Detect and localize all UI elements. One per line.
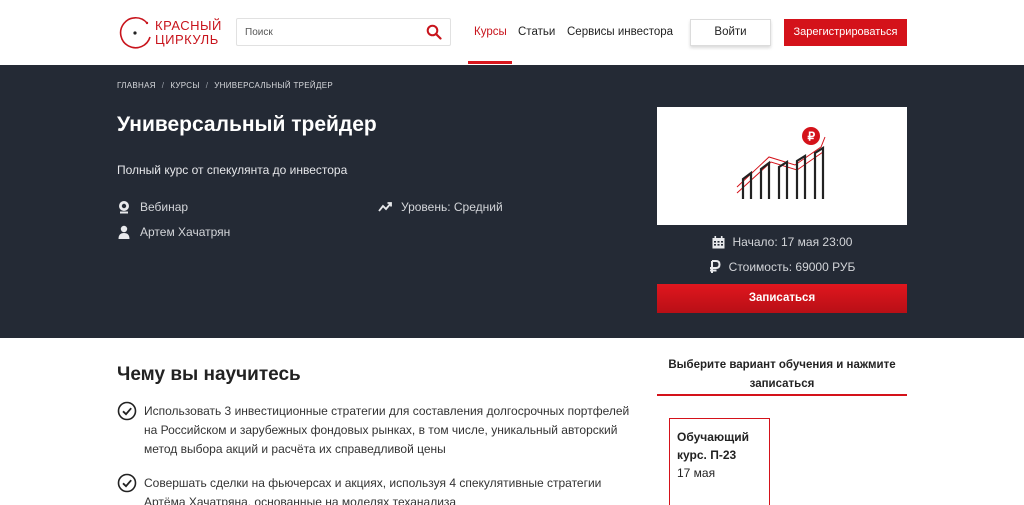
course-price: Стоимость: 69000 РУБ [657,260,907,274]
page-title: Универсальный трейдер [117,113,377,136]
login-button[interactable]: Войти [690,19,771,46]
course-start: Начало: 17 мая 23:00 [657,235,907,249]
enroll-button[interactable]: Записаться [657,284,907,313]
webinar-icon [119,201,129,214]
trend-up-icon [378,202,392,212]
variant-heading-underline [657,394,907,396]
learn-section-title: Чему вы научитесь [117,364,301,385]
learn-item-text: Совершать сделки на фьючерсах и акциях, … [144,476,602,505]
logo[interactable]: КРАСНЫЙ ЦИРКУЛЬ [117,12,227,54]
ruble-icon [709,260,721,273]
variant-heading: Выберите вариант обучения и нажмите запи… [668,359,896,390]
nav-investor-services[interactable]: Сервисы инвестора [567,0,673,65]
breadcrumb-home[interactable]: ГЛАВНАЯ [117,81,156,90]
search-input[interactable] [237,19,417,45]
learn-item: Использовать 3 инвестиционные стратегии … [117,401,637,459]
nav-articles[interactable]: Статьи [518,0,555,65]
variant-date: 17 мая [677,466,716,480]
compass-logo-icon [119,16,151,49]
check-circle-icon [117,473,137,493]
course-author: Артем Хачатрян [117,225,230,239]
course-format: Вебинар [117,200,188,214]
course-hero: ГЛАВНАЯ / КУРСЫ / УНИВЕРСАЛЬНЫЙ ТРЕЙДЕР … [0,65,1024,338]
logo-line-1: КРАСНЫЙ [155,18,222,33]
check-circle-icon [117,401,137,421]
search-box [236,18,451,46]
register-button[interactable]: Зарегистрироваться [784,19,907,46]
learn-item-text: Использовать 3 инвестиционные стратегии … [144,404,630,456]
course-price-label: Стоимость: 69000 РУБ [728,260,856,274]
course-image: ₽ [657,107,907,225]
nav-courses[interactable]: Курсы [474,0,507,65]
breadcrumb-separator: / [161,81,165,90]
svg-text:₽: ₽ [808,130,816,144]
user-icon [118,225,130,239]
breadcrumb: ГЛАВНАЯ / КУРСЫ / УНИВЕРСАЛЬНЫЙ ТРЕЙДЕР [117,81,333,90]
search-icon[interactable] [426,24,442,40]
course-level-label: Уровень: Средний [401,200,503,214]
variant-card[interactable]: Обучающий курс. П-23 17 мая [669,418,770,505]
course-level: Уровень: Средний [378,200,503,214]
course-author-name[interactable]: Артем Хачатрян [140,225,230,239]
variant-title: Обучающий курс. П-23 [677,430,750,462]
breadcrumb-current: УНИВЕРСАЛЬНЫЙ ТРЕЙДЕР [214,81,333,90]
course-start-label: Начало: 17 мая 23:00 [732,235,853,249]
growth-chart-ruble-icon: ₽ [736,127,826,199]
learn-item: Совершать сделки на фьючерсах и акциях, … [117,473,637,505]
nav-active-underline [468,61,512,64]
site-header: КРАСНЫЙ ЦИРКУЛЬ Курсы Статьи Сервисы инв… [0,0,1024,65]
course-format-label: Вебинар [140,200,189,214]
calendar-icon [712,235,725,248]
breadcrumb-separator: / [205,81,209,90]
breadcrumb-courses[interactable]: КУРСЫ [170,81,199,90]
logo-line-2: ЦИРКУЛЬ [155,32,219,47]
course-subtitle: Полный курс от спекулянта до инвестора [117,163,348,177]
